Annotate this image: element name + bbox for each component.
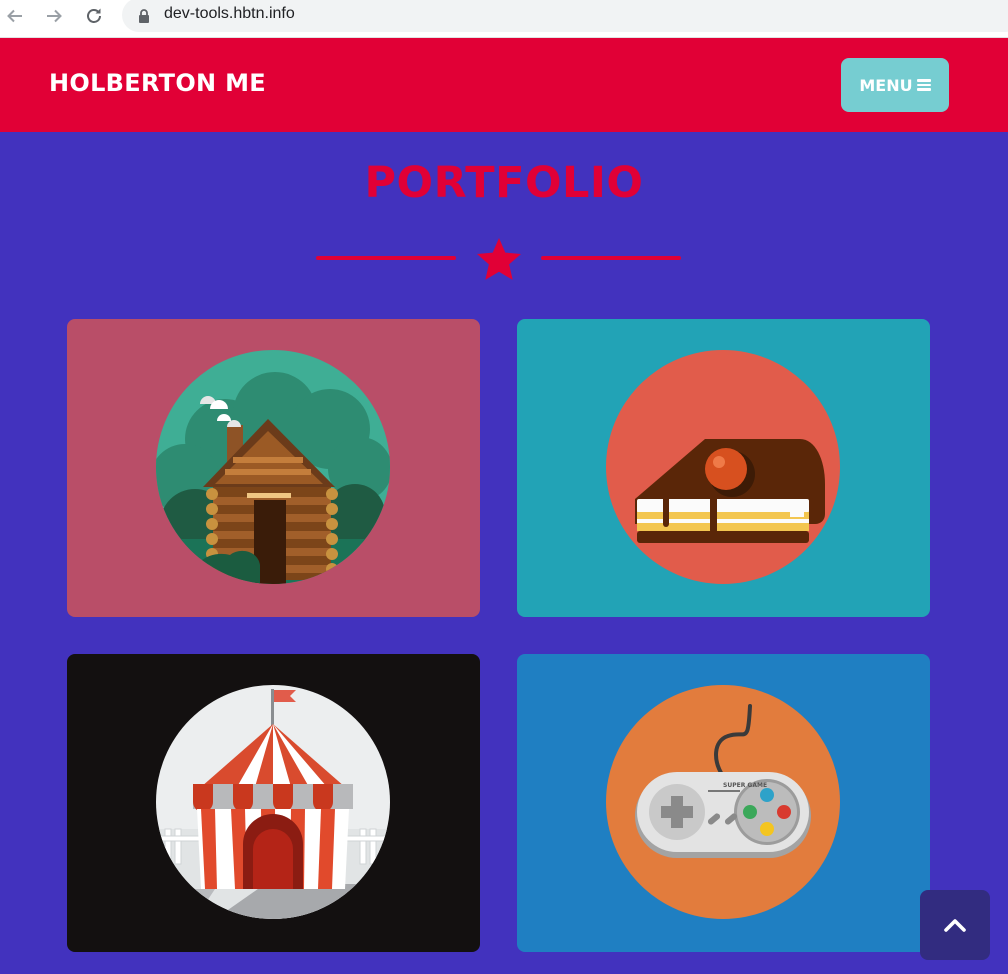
site-header: HOLBERTON ME MENU [0,38,1008,132]
back-to-top-button[interactable] [920,890,990,960]
forward-icon[interactable] [42,4,66,28]
controller-brand-text: SUPER GAME [723,782,767,789]
portfolio-item-circus[interactable] [67,654,480,952]
divider-right [541,256,681,260]
section-title: PORTFOLIO [364,158,644,208]
star-icon [475,236,523,286]
cake-icon [606,350,840,584]
hamburger-icon [916,79,931,91]
portfolio-item-cake[interactable] [517,319,930,617]
divider-left [316,256,456,260]
url-text[interactable]: dev-tools.hbtn.info [164,5,295,23]
cabin-icon [156,350,390,584]
menu-label: MENU [859,75,913,95]
portfolio-item-cabin[interactable] [67,319,480,617]
back-icon[interactable] [3,4,27,28]
reload-icon[interactable] [82,4,106,28]
circus-tent-icon [156,685,390,919]
chevron-up-icon [944,919,966,932]
portfolio-item-game-controller[interactable]: SUPER GAME [517,654,930,952]
menu-button[interactable]: MENU [841,58,949,112]
site-brand[interactable]: HOLBERTON ME [49,69,266,97]
lock-icon [138,8,150,27]
browser-toolbar: dev-tools.hbtn.info [0,0,1008,38]
game-controller-icon: SUPER GAME [606,685,840,919]
